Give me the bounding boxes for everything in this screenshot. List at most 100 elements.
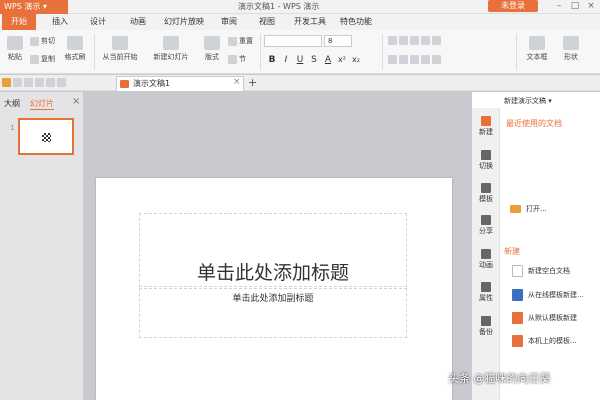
new-slide-button[interactable]: 新建幻灯片 bbox=[148, 36, 194, 62]
tab-start[interactable]: 开始 bbox=[2, 14, 36, 30]
tab-view[interactable]: 视图 bbox=[255, 14, 279, 30]
new-doc-icon bbox=[481, 116, 491, 126]
side-tab-animation[interactable]: 动画 bbox=[472, 249, 500, 270]
font-family-select[interactable] bbox=[264, 35, 322, 47]
copy-icon bbox=[30, 54, 39, 64]
paste-button[interactable]: 粘贴 bbox=[4, 36, 26, 62]
paste-icon bbox=[7, 36, 23, 50]
outdent-icon[interactable] bbox=[421, 36, 430, 45]
align-left-icon[interactable] bbox=[388, 55, 397, 64]
subtitle-placeholder[interactable]: 单击此处添加副标题 bbox=[139, 288, 407, 338]
new-slide-icon bbox=[163, 36, 179, 50]
superscript-button[interactable]: x² bbox=[336, 54, 348, 66]
paragraph-controls[interactable] bbox=[388, 36, 498, 46]
font-color-button[interactable]: A bbox=[322, 54, 334, 66]
subscript-button[interactable]: x₂ bbox=[350, 54, 362, 66]
shape-icon bbox=[563, 36, 579, 50]
side-tab-share[interactable]: 分享 bbox=[472, 215, 500, 236]
layout-icon bbox=[204, 36, 220, 50]
distribute-icon[interactable] bbox=[432, 55, 441, 64]
properties-icon bbox=[481, 282, 491, 292]
share-icon bbox=[481, 215, 491, 225]
reset-button[interactable]: 重置 bbox=[228, 36, 253, 46]
transition-icon bbox=[481, 150, 491, 160]
section-button[interactable]: 节 bbox=[228, 54, 246, 64]
number-list-icon[interactable] bbox=[399, 36, 408, 45]
tab-design[interactable]: 设计 bbox=[86, 14, 110, 30]
backup-icon bbox=[481, 316, 491, 326]
preview-icon[interactable] bbox=[35, 78, 44, 87]
loading-icon bbox=[42, 133, 51, 142]
tab-review[interactable]: 审阅 bbox=[217, 14, 241, 30]
recent-docs-title: 最近使用的文档 bbox=[506, 119, 562, 128]
app-menu-button[interactable]: WPS 演示 ▾ bbox=[0, 0, 68, 14]
folder-icon bbox=[510, 205, 521, 213]
play-from-current-button[interactable]: 从当前开始 bbox=[98, 36, 142, 62]
task-pane-header[interactable]: 新建演示文稿 ▾ bbox=[504, 96, 552, 106]
tab-animation[interactable]: 动画 bbox=[126, 14, 150, 30]
copy-button[interactable]: 复制 bbox=[30, 54, 55, 64]
open-folder-icon[interactable] bbox=[2, 78, 11, 87]
title-placeholder[interactable]: 单击此处添加标题 bbox=[139, 213, 407, 287]
side-tab-new[interactable]: 新建 bbox=[472, 116, 500, 137]
justify-icon[interactable] bbox=[421, 55, 430, 64]
slide-number: 1 bbox=[10, 124, 15, 132]
alignment-controls[interactable] bbox=[388, 55, 498, 65]
slide-thumbnail[interactable] bbox=[18, 118, 74, 155]
cut-button[interactable]: 剪切 bbox=[30, 36, 55, 46]
italic-button[interactable]: I bbox=[280, 54, 292, 66]
side-tab-template[interactable]: 模板 bbox=[472, 183, 500, 204]
animation-icon bbox=[481, 249, 491, 259]
tab-document[interactable]: 演示文稿1 bbox=[116, 76, 244, 91]
close-icon[interactable]: × bbox=[584, 0, 598, 12]
new-from-default-template-link[interactable]: 从默认模板新建 bbox=[512, 311, 577, 325]
layout-button[interactable]: 版式 bbox=[200, 36, 224, 62]
new-section-title: 新建 bbox=[504, 247, 520, 256]
format-painter-button[interactable]: 格式刷 bbox=[62, 36, 88, 62]
add-tab-button[interactable]: + bbox=[248, 76, 257, 89]
close-panel-icon[interactable]: × bbox=[72, 96, 80, 107]
new-blank-doc-link[interactable]: 新建空白文档 bbox=[512, 264, 570, 278]
side-tab-backup[interactable]: 备份 bbox=[472, 316, 500, 337]
open-file-link[interactable]: 打开... bbox=[510, 202, 547, 216]
undo-icon[interactable] bbox=[46, 78, 55, 87]
save-icon[interactable] bbox=[13, 78, 22, 87]
tab-slides[interactable]: 幻灯片 bbox=[30, 98, 54, 110]
strikethrough-button[interactable]: S bbox=[308, 54, 320, 66]
scissors-icon bbox=[30, 36, 39, 46]
maximize-icon[interactable]: □ bbox=[568, 0, 582, 12]
bullet-list-icon[interactable] bbox=[388, 36, 397, 45]
template-icon bbox=[481, 183, 491, 193]
tab-developer[interactable]: 开发工具 bbox=[290, 14, 330, 30]
align-right-icon[interactable] bbox=[410, 55, 419, 64]
font-size-select[interactable]: 8 bbox=[324, 35, 352, 47]
tab-outline[interactable]: 大纲 bbox=[4, 98, 20, 109]
document-icon bbox=[120, 80, 129, 88]
minimize-icon[interactable]: – bbox=[552, 0, 566, 12]
window-title: 演示文稿1 - WPS 演示 bbox=[238, 2, 320, 11]
side-tab-properties[interactable]: 属性 bbox=[472, 282, 500, 303]
tab-insert[interactable]: 插入 bbox=[48, 14, 72, 30]
align-center-icon[interactable] bbox=[399, 55, 408, 64]
reset-icon bbox=[228, 36, 237, 46]
new-from-online-template-link[interactable]: 从在线模板新建... bbox=[512, 288, 584, 302]
app-name: WPS 演示 bbox=[4, 2, 41, 11]
tab-features[interactable]: 特色功能 bbox=[336, 14, 376, 30]
section-icon bbox=[228, 54, 237, 64]
bold-button[interactable]: B bbox=[266, 54, 278, 66]
watermark: 头条 @猫咪的向日葵 bbox=[448, 372, 551, 385]
online-template-icon bbox=[512, 289, 523, 301]
line-spacing-icon[interactable] bbox=[432, 36, 441, 45]
tab-slideshow[interactable]: 幻灯片放映 bbox=[162, 14, 206, 30]
shape-button[interactable]: 形状 bbox=[558, 36, 584, 62]
login-button[interactable]: 未登录 bbox=[488, 0, 538, 12]
underline-button[interactable]: U bbox=[294, 54, 306, 66]
print-icon[interactable] bbox=[24, 78, 33, 87]
default-template-icon bbox=[512, 312, 523, 324]
close-tab-icon[interactable]: × bbox=[233, 77, 241, 87]
textbox-button[interactable]: 文本框 bbox=[522, 36, 552, 62]
redo-icon[interactable] bbox=[57, 78, 66, 87]
side-tab-transition[interactable]: 切换 bbox=[472, 150, 500, 171]
local-templates-link[interactable]: 本机上的模板... bbox=[512, 334, 577, 348]
indent-icon[interactable] bbox=[410, 36, 419, 45]
